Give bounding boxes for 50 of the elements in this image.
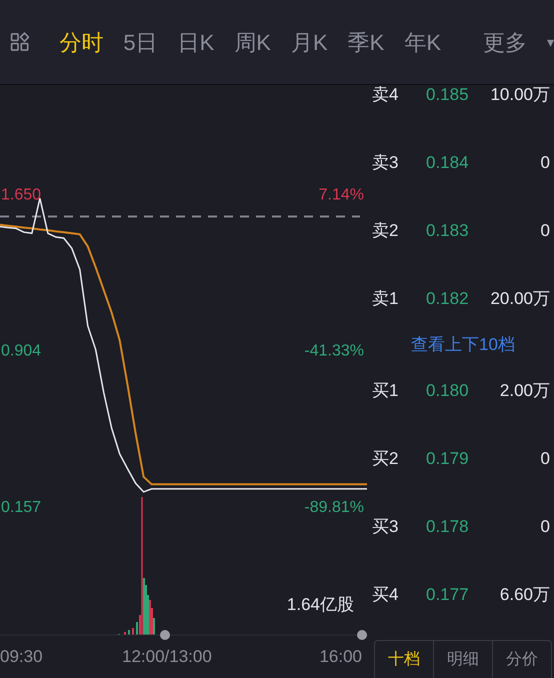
percent-axis-label: -41.33% — [304, 342, 364, 360]
level-volume: 10.00万 — [489, 85, 551, 106]
period-tab[interactable]: 周K — [234, 26, 271, 58]
price-axis-label: 0.157 — [1, 499, 42, 516]
dropdown-arrow[interactable]: ▾ — [547, 32, 554, 52]
level-label: 买2 — [372, 448, 400, 470]
order-book-tab[interactable]: 明细 — [433, 641, 492, 678]
level-price: 0.177 — [426, 584, 470, 606]
level-label: 卖4 — [372, 85, 400, 106]
time-handle[interactable] — [357, 630, 367, 640]
level-volume: 6.60万 — [498, 584, 551, 606]
percent-axis-label: -89.81% — [304, 499, 364, 516]
level-price: 0.184 — [426, 152, 470, 174]
order-book-tab[interactable]: 十档 — [375, 641, 433, 678]
period-tab[interactable]: 年K — [404, 26, 441, 58]
time-axis-label: 09:30 — [0, 647, 43, 666]
period-tab[interactable]: 季K — [348, 26, 384, 58]
price-axis-label: 0.904 — [1, 342, 42, 360]
period-tab[interactable]: 分时 — [59, 26, 104, 58]
time-handle[interactable] — [160, 630, 170, 640]
grid-icon[interactable] — [10, 30, 30, 54]
level-volume: 0 — [540, 448, 551, 470]
level-label: 卖2 — [372, 220, 400, 242]
level-label: 买3 — [372, 516, 400, 538]
level-price: 0.179 — [426, 448, 470, 470]
level-volume: 2.00万 — [498, 380, 551, 402]
level-price: 0.180 — [426, 380, 470, 402]
level-label: 卖1 — [372, 288, 400, 310]
level-label: 卖3 — [372, 152, 400, 174]
level-label: 买4 — [372, 584, 400, 606]
time-axis-label: 16:00 — [319, 647, 362, 666]
period-tab[interactable]: 5日 — [123, 26, 158, 58]
level-price: 0.183 — [426, 220, 470, 242]
price-axis-label: 1.650 — [1, 186, 42, 204]
period-tab[interactable]: 月K — [290, 26, 328, 58]
period-tab[interactable]: 更多 — [483, 26, 527, 58]
level-label: 买1 — [372, 380, 400, 402]
level-volume: 0 — [540, 220, 551, 242]
view-more-levels-link[interactable]: 查看上下10档 — [411, 332, 515, 358]
order-book-tab[interactable]: 分价 — [492, 641, 551, 678]
period-tab[interactable]: 日K — [178, 26, 214, 58]
percent-axis-label: 7.14% — [318, 186, 364, 204]
level-price: 0.182 — [426, 288, 470, 310]
level-price: 0.185 — [426, 85, 470, 106]
level-volume: 0 — [540, 516, 551, 538]
level-volume: 20.00万 — [489, 288, 551, 310]
level-price: 0.178 — [426, 516, 470, 538]
level-volume: 0 — [540, 152, 551, 174]
volume-label: 1.64亿股 — [286, 594, 354, 616]
time-axis-label: 12:00/13:00 — [122, 647, 212, 666]
